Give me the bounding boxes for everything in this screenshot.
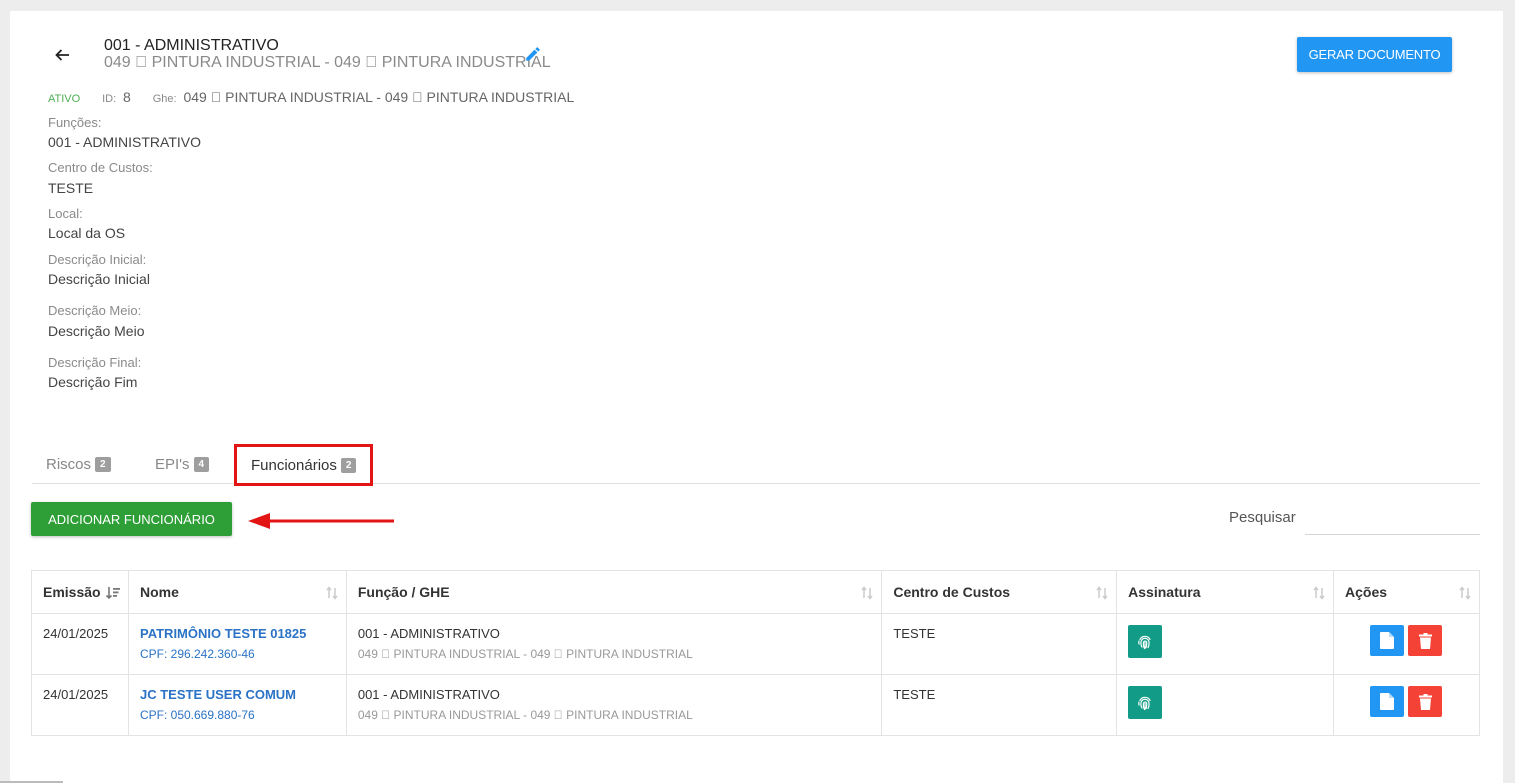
red-arrow-annotation <box>248 513 394 529</box>
column-header-emissao[interactable]: Emissão <box>31 570 129 614</box>
ghe-value: 049  PINTURA INDUSTRIAL - 049  PINTURA… <box>183 89 574 105</box>
tab-funcionarios-label: Funcionários <box>251 456 337 474</box>
column-header-acoes[interactable]: Ações <box>1333 570 1480 614</box>
employee-cpf: CPF: 296.242.360-46 <box>139 647 255 661</box>
cell-funcao-ghe: 001 - ADMINISTRATIVO 049  PINTURA INDUS… <box>345 613 883 675</box>
cell-emissao: 24/01/2025 <box>31 613 129 675</box>
add-employee-button[interactable]: ADICIONAR FUNCIONÁRIO <box>31 502 232 536</box>
column-header-assinatura[interactable]: Assinatura <box>1116 570 1334 614</box>
tab-epis-label: EPI's <box>155 456 190 473</box>
delete-button[interactable] <box>1408 625 1442 656</box>
descricao-inicial-label: Descrição Inicial: <box>48 252 147 267</box>
cell-assinatura <box>1116 613 1334 675</box>
main-card: 001 - ADMINISTRATIVO 049  PINTURA INDUS… <box>10 11 1503 783</box>
ghe-text: 049  PINTURA INDUSTRIAL - 049  PINTURA… <box>357 708 693 722</box>
funcao-text: 001 - ADMINISTRATIVO <box>357 626 500 641</box>
tab-funcionarios[interactable]: Funcionários 2 <box>234 444 374 486</box>
fingerprint-icon <box>1138 635 1151 649</box>
signature-button[interactable] <box>1128 686 1163 719</box>
column-header-funcao-ghe[interactable]: Função / GHE <box>345 570 883 614</box>
meta-row: ATIVO ID: 8 Ghe: 049  PINTURA INDUSTRIA… <box>48 89 592 105</box>
tab-riscos-label: Riscos <box>46 456 92 473</box>
cell-emissao: 24/01/2025 <box>31 674 129 736</box>
delete-button[interactable] <box>1408 686 1442 717</box>
local-value: Local da OS <box>48 225 126 241</box>
local-label: Local: <box>48 206 83 221</box>
ghe-label: Ghe: <box>152 93 177 105</box>
funcao-text: 001 - ADMINISTRATIVO <box>357 687 500 702</box>
signature-button[interactable] <box>1128 625 1163 658</box>
employee-name-link[interactable]: PATRIMÔNIO TESTE 01825 <box>140 626 335 641</box>
cell-nome: PATRIMÔNIO TESTE 01825 CPF: 296.242.360-… <box>127 613 347 675</box>
table-header-row: Emissão Nome Função / GHE Centro de Cust… <box>31 570 1480 614</box>
trash-icon <box>1418 693 1432 710</box>
table-row: 24/01/2025 JC TESTE USER COMUM CPF: 050.… <box>31 674 1480 736</box>
tab-riscos-count: 2 <box>95 457 111 472</box>
page-subtitle: 049  PINTURA INDUSTRIAL - 049  PINTURA… <box>104 54 551 71</box>
sort-icon <box>326 586 338 600</box>
document-button[interactable] <box>1370 625 1404 656</box>
row-actions <box>1345 625 1468 656</box>
employee-name-link[interactable]: JC TESTE USER COMUM <box>140 687 335 702</box>
tab-epis[interactable]: EPI's 4 <box>155 445 210 484</box>
document-button[interactable] <box>1370 686 1404 717</box>
id-value: 8 <box>123 89 131 105</box>
descricao-inicial-value: Descrição Inicial <box>48 271 150 287</box>
arrow-left-icon <box>55 49 69 61</box>
descricao-meio-value: Descrição Meio <box>48 323 145 339</box>
column-header-centro-custos[interactable]: Centro de Custos <box>881 570 1118 614</box>
back-button[interactable] <box>50 43 74 67</box>
generate-document-button[interactable]: GERAR DOCUMENTO <box>1297 37 1452 72</box>
sort-icon <box>861 586 873 600</box>
employees-table: Emissão Nome Função / GHE Centro de Cust… <box>31 570 1480 736</box>
row-actions <box>1345 686 1468 717</box>
sort-icon <box>1096 586 1108 600</box>
search-input[interactable] <box>1305 503 1480 535</box>
cell-acoes <box>1333 613 1480 675</box>
cell-centro-custos: TESTE <box>881 613 1118 675</box>
descricao-meio-label: Descrição Meio: <box>48 303 142 318</box>
pencil-icon[interactable] <box>524 45 542 63</box>
document-icon <box>1380 693 1394 710</box>
ghe-text: 049  PINTURA INDUSTRIAL - 049  PINTURA… <box>357 647 693 661</box>
funcoes-value: 001 - ADMINISTRATIVO <box>48 134 201 150</box>
centro-custos-value: TESTE <box>48 180 94 196</box>
tab-funcionarios-count: 2 <box>340 457 357 473</box>
table-row: 24/01/2025 PATRIMÔNIO TESTE 01825 CPF: 2… <box>31 613 1480 675</box>
document-icon <box>1380 632 1394 649</box>
column-header-nome[interactable]: Nome <box>127 570 347 614</box>
tab-riscos[interactable]: Riscos 2 <box>46 445 111 484</box>
page-title: 001 - ADMINISTRATIVO <box>104 37 279 54</box>
trash-icon <box>1418 632 1432 649</box>
tab-epis-count: 4 <box>193 457 210 472</box>
cell-acoes <box>1333 674 1480 736</box>
tab-bar: Riscos 2 EPI's 4 Funcionários 2 <box>32 444 1480 486</box>
descricao-final-label: Descrição Final: <box>48 355 142 370</box>
cell-funcao-ghe: 001 - ADMINISTRATIVO 049  PINTURA INDUS… <box>345 674 883 736</box>
sort-icon <box>1459 586 1471 600</box>
status-badge: ATIVO <box>48 93 81 105</box>
cell-centro-custos: TESTE <box>881 674 1118 736</box>
centro-custos-label: Centro de Custos: <box>48 160 153 175</box>
fingerprint-icon <box>1138 696 1151 710</box>
sort-icon <box>1313 586 1325 600</box>
employee-cpf: CPF: 050.669.880-76 <box>139 708 255 722</box>
sort-desc-icon <box>105 587 120 600</box>
cell-assinatura <box>1116 674 1334 736</box>
cell-nome: JC TESTE USER COMUM CPF: 050.669.880-76 <box>127 674 347 736</box>
funcoes-label: Funções: <box>48 115 102 130</box>
descricao-final-value: Descrição Fim <box>48 374 138 390</box>
search-label: Pesquisar <box>1229 509 1296 526</box>
id-label: ID: <box>102 93 117 105</box>
